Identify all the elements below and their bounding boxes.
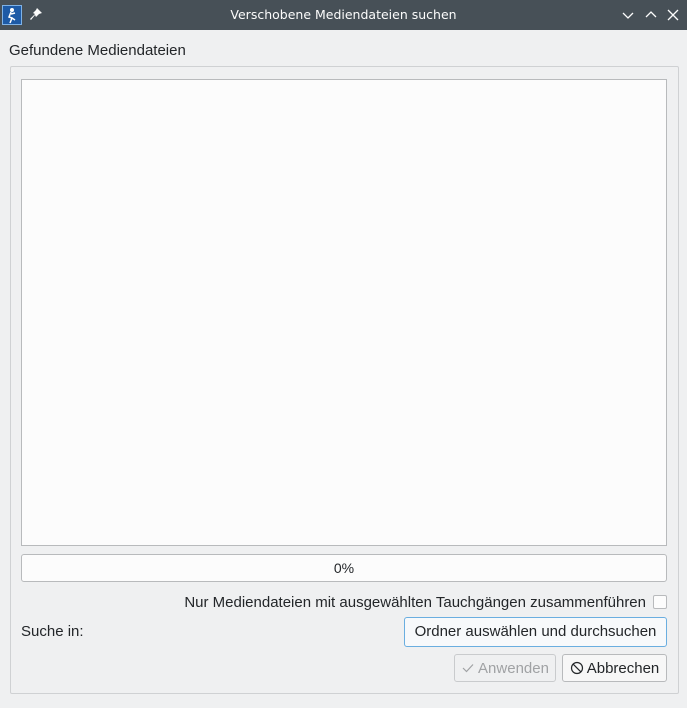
minimize-button[interactable] — [620, 7, 636, 23]
close-icon — [667, 9, 679, 21]
only-selected-dives-option[interactable]: Nur Mediendateien mit ausgewählten Tauch… — [184, 592, 667, 612]
only-selected-dives-label: Nur Mediendateien mit ausgewählten Tauch… — [184, 593, 646, 611]
found-media-list[interactable] — [21, 79, 667, 546]
apply-button[interactable]: Anwenden — [454, 654, 556, 682]
title-bar[interactable]: Verschobene Mediendateien suchen — [0, 0, 687, 30]
progress-bar: 0% — [21, 554, 667, 582]
maximize-button[interactable] — [643, 7, 659, 23]
group-title: Gefundene Mediendateien — [9, 42, 186, 59]
only-selected-dives-checkbox[interactable] — [653, 595, 667, 609]
select-folder-and-scan-button[interactable]: Ordner auswählen und durchsuchen — [404, 617, 667, 647]
apply-label: Anwenden — [478, 659, 549, 677]
progress-label: 0% — [333, 560, 355, 576]
search-in-label: Suche in: — [21, 623, 84, 640]
checkmark-icon — [462, 664, 474, 673]
cancel-circle-icon — [570, 661, 583, 675]
window-title: Verschobene Mediendateien suchen — [230, 7, 457, 22]
chevron-up-icon — [645, 11, 657, 18]
cancel-button[interactable]: Abbrechen — [562, 654, 667, 682]
close-button[interactable] — [665, 7, 681, 23]
cancel-label: Abbrechen — [586, 659, 660, 677]
chevron-down-icon — [622, 12, 634, 19]
